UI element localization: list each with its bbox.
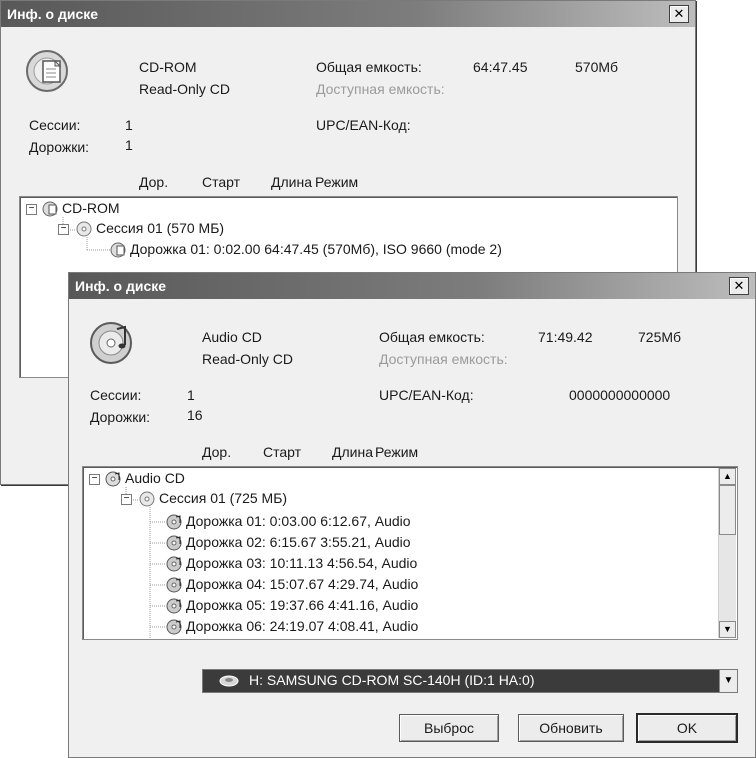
back-col-track[interactable]: Дор. <box>139 174 168 190</box>
front-window-titlebar[interactable]: Инф. о диске ✕ <box>69 273 755 299</box>
audio-track-icon <box>166 556 182 572</box>
front-col-track[interactable]: Дор. <box>202 444 231 460</box>
audio-track-icon <box>166 514 182 530</box>
back-track-row[interactable]: Дорожка 01: 0:02.00 64:47.45 (570Мб), IS… <box>130 239 502 259</box>
ok-button[interactable]: OK <box>636 713 738 743</box>
front-available-capacity-label: Доступная емкость: <box>379 351 508 367</box>
refresh-button-label: Обновить <box>539 720 603 736</box>
front-tracks-value: 16 <box>187 407 203 423</box>
eject-button-label: Выброс <box>424 720 474 736</box>
front-root-expander[interactable]: − <box>89 474 100 485</box>
back-total-capacity-size: 570Мб <box>575 59 619 75</box>
eject-button[interactable]: Выброс <box>399 714 499 742</box>
front-track-row-2[interactable]: Дорожка 02: 6:15.67 3:55.21, Audio <box>186 532 411 552</box>
front-tree-session-label[interactable]: Сессия 01 (725 МБ) <box>159 488 287 508</box>
session-disc-icon <box>139 491 155 507</box>
back-available-capacity-label: Доступная емкость: <box>316 81 445 97</box>
front-close-button[interactable]: ✕ <box>729 277 749 295</box>
front-total-capacity-size: 725Мб <box>638 329 682 345</box>
back-col-length[interactable]: Длина <box>271 174 312 190</box>
audio-track-icon <box>166 535 182 551</box>
back-col-start[interactable]: Старт <box>202 174 240 190</box>
audio-cd-small-icon <box>105 471 121 487</box>
cdrom-small-icon <box>42 201 58 217</box>
audio-track-icon <box>166 619 182 635</box>
refresh-button[interactable]: Обновить <box>518 714 624 742</box>
front-upc-label: UPC/EAN-Код: <box>379 387 474 403</box>
back-window-title: Инф. о диске <box>7 6 99 22</box>
back-disc-media: Read-Only CD <box>139 81 231 97</box>
front-tree-root-label[interactable]: Audio CD <box>125 468 185 488</box>
audio-track-icon <box>166 598 182 614</box>
front-window-title: Инф. о диске <box>75 278 167 294</box>
front-upc-value: 0000000000000 <box>569 387 671 403</box>
data-track-icon <box>110 242 126 258</box>
front-tracks-label: Дорожки: <box>90 409 151 425</box>
back-tracks-value: 1 <box>125 137 133 153</box>
front-col-mode[interactable]: Режим <box>375 444 418 460</box>
back-root-expander[interactable]: − <box>26 204 37 215</box>
back-disc-type: CD-ROM <box>139 59 197 75</box>
back-close-button[interactable]: ✕ <box>669 5 689 23</box>
back-window-titlebar[interactable]: Инф. о диске ✕ <box>1 1 695 27</box>
scroll-up-button[interactable]: ▲ <box>719 468 736 485</box>
session-disc-icon <box>76 221 92 237</box>
back-upc-label: UPC/EAN-Код: <box>316 117 411 133</box>
back-total-capacity-label: Общая емкость: <box>316 59 422 75</box>
back-session-expander[interactable]: − <box>58 224 69 235</box>
drive-select[interactable]: H: SAMSUNG CD-ROM SC-140H (ID:1 HA:0) ▼ <box>202 669 738 693</box>
front-disc-type: Audio CD <box>202 329 262 345</box>
back-tree-root-label[interactable]: CD-ROM <box>62 198 120 218</box>
audio-track-icon <box>166 577 182 593</box>
front-track-row-6[interactable]: Дорожка 06: 24:19.07 4:08.41, Audio <box>186 616 418 636</box>
front-sessions-label: Сессии: <box>90 387 142 403</box>
front-total-capacity-time: 71:49.42 <box>538 329 593 345</box>
front-track-tree[interactable]: − Audio CD − Сессия 01 (725 МБ) Дорожка … <box>82 466 738 640</box>
scroll-thumb[interactable] <box>719 485 736 535</box>
back-tracks-label: Дорожки: <box>29 139 90 155</box>
front-sessions-value: 1 <box>187 387 195 403</box>
front-track-row-1[interactable]: Дорожка 01: 0:03.00 6:12.67, Audio <box>186 511 411 531</box>
back-col-mode[interactable]: Режим <box>315 174 358 190</box>
drive-select-value: H: SAMSUNG CD-ROM SC-140H (ID:1 HA:0) <box>249 672 535 688</box>
front-session-expander[interactable]: − <box>121 494 132 505</box>
front-col-length[interactable]: Длина <box>332 444 373 460</box>
drive-icon <box>219 675 239 687</box>
cdrom-disc-icon <box>26 50 68 92</box>
ok-button-label: OK <box>676 720 698 736</box>
front-window: Инф. о диске ✕ Audio CD Read-Only CD Общ… <box>68 272 756 758</box>
front-col-start[interactable]: Старт <box>263 444 301 460</box>
back-sessions-label: Сессии: <box>29 117 81 133</box>
front-track-row-5[interactable]: Дорожка 05: 19:37.66 4:41.16, Audio <box>186 595 418 615</box>
front-track-row-4[interactable]: Дорожка 04: 15:07.67 4:29.74, Audio <box>186 574 418 594</box>
back-sessions-value: 1 <box>125 117 133 133</box>
front-track-row-3[interactable]: Дорожка 03: 10:11.13 4:56.54, Audio <box>186 553 417 573</box>
audio-cd-icon <box>90 322 132 364</box>
front-disc-media: Read-Only CD <box>202 351 294 367</box>
back-total-capacity-time: 64:47.45 <box>473 59 528 75</box>
front-tree-scrollbar[interactable]: ▲ ▼ <box>718 468 736 638</box>
scroll-down-button[interactable]: ▼ <box>719 621 736 638</box>
front-total-capacity-label: Общая емкость: <box>379 329 485 345</box>
back-tree-session-label[interactable]: Сессия 01 (570 МБ) <box>96 218 224 238</box>
drive-select-dropdown-button[interactable]: ▼ <box>719 670 737 692</box>
